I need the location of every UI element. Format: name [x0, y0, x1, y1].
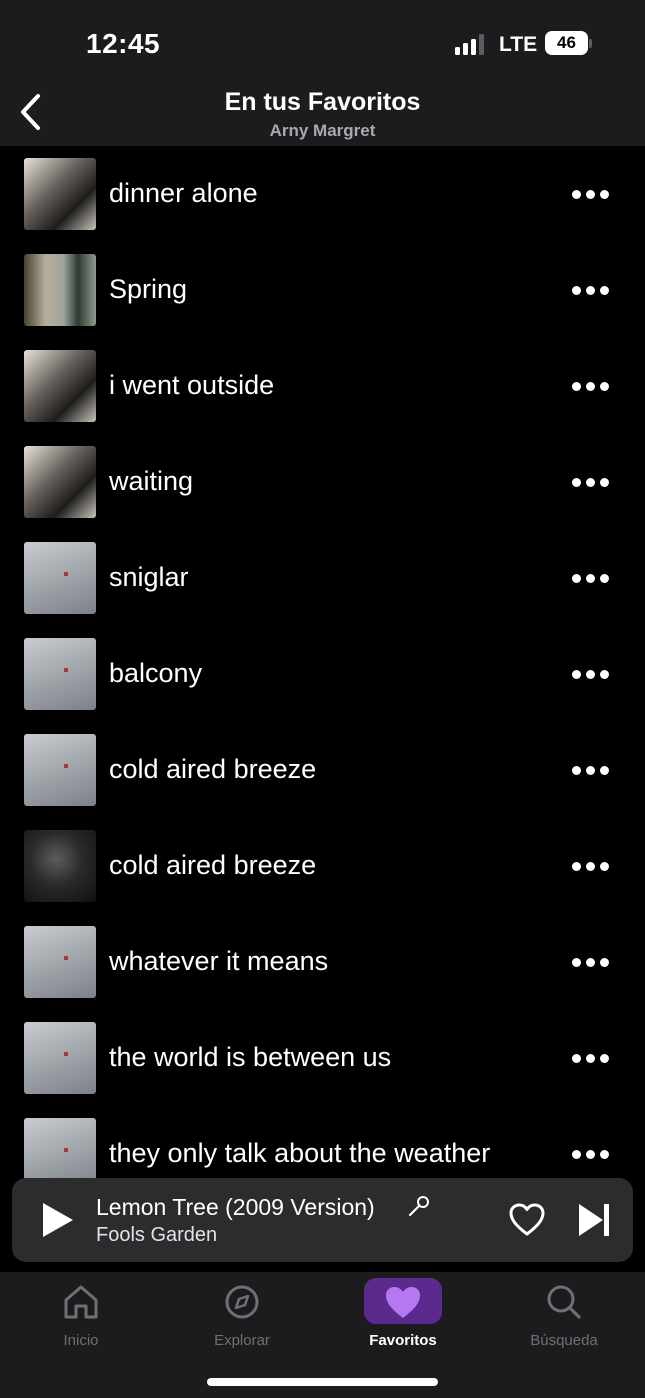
skip-forward-icon: [579, 1204, 609, 1236]
track-title: cold aired breeze: [109, 754, 317, 784]
now-playing-artist: Fools Garden: [96, 1224, 218, 1246]
track-row[interactable]: i went outside: [0, 338, 645, 434]
track-row[interactable]: they only talk about the weather: [0, 1106, 645, 1178]
tab-label: Explorar: [214, 1332, 270, 1349]
heart-icon: [386, 1287, 420, 1318]
more-options-button[interactable]: [570, 862, 610, 872]
track-title: they only talk about the weather: [109, 1138, 491, 1168]
more-options-button[interactable]: [570, 478, 610, 488]
album-art: [24, 158, 96, 230]
page-title: En tus Favoritos: [224, 88, 421, 116]
search-icon: [547, 1285, 581, 1319]
album-art: [24, 1118, 96, 1178]
album-art: [24, 926, 96, 998]
track-row[interactable]: waiting: [0, 434, 645, 530]
favorite-button[interactable]: [509, 1203, 545, 1237]
play-icon: [43, 1203, 73, 1237]
ellipsis-icon: [572, 286, 581, 295]
more-options-button[interactable]: [570, 1150, 610, 1160]
tab-label: Inicio: [63, 1332, 99, 1349]
ellipsis-icon: [572, 190, 581, 199]
track-title: Spring: [109, 274, 188, 304]
ellipsis-icon: [572, 382, 581, 391]
album-art: [24, 254, 96, 326]
track-row[interactable]: Spring: [0, 242, 645, 338]
track-title: cold aired breeze: [109, 850, 317, 880]
cellular-signal-icon: [455, 33, 487, 55]
album-art: [24, 542, 96, 614]
page-subtitle: Arny Margret: [269, 121, 376, 140]
ellipsis-icon: [572, 1150, 581, 1159]
ellipsis-icon: [572, 478, 581, 487]
more-options-button[interactable]: [570, 190, 610, 200]
track-title: dinner alone: [109, 178, 258, 208]
more-options-button[interactable]: [570, 286, 610, 296]
track-row[interactable]: cold aired breeze: [0, 722, 645, 818]
more-options-button[interactable]: [570, 766, 610, 776]
tab-favoritos[interactable]: Favoritos: [323, 1278, 483, 1349]
ellipsis-icon: [572, 670, 581, 679]
ellipsis-icon: [572, 574, 581, 583]
track-title: i went outside: [109, 370, 275, 400]
track-row[interactable]: the world is between us: [0, 1010, 645, 1106]
album-art: [24, 734, 96, 806]
track-row[interactable]: whatever it means: [0, 914, 645, 1010]
clock: 12:45: [86, 28, 161, 59]
compass-icon: [225, 1285, 259, 1319]
track-title: balcony: [109, 658, 203, 688]
track-list[interactable]: dinner alone Spring i went outside waiting s…: [0, 146, 645, 1178]
battery-tip: [589, 39, 592, 48]
nav-header: En tus Favoritos Arny Margret: [0, 80, 645, 146]
now-playing-title: Lemon Tree (2009 Version): [96, 1194, 375, 1220]
next-track-button[interactable]: [577, 1202, 611, 1238]
track-title: the world is between us: [109, 1042, 392, 1072]
play-button[interactable]: [40, 1200, 76, 1240]
ellipsis-icon: [572, 862, 581, 871]
home-icon: [64, 1285, 98, 1319]
more-options-button[interactable]: [570, 382, 610, 392]
album-art: [24, 638, 96, 710]
tab-label: Favoritos: [369, 1332, 437, 1349]
more-options-button[interactable]: [570, 958, 610, 968]
microphone-icon: [407, 1194, 431, 1218]
ellipsis-icon: [572, 958, 581, 967]
track-title: waiting: [109, 466, 194, 496]
tab-label: Búsqueda: [530, 1332, 598, 1349]
mini-player[interactable]: Lemon Tree (2009 Version) Fools Garden: [12, 1178, 633, 1262]
album-art: [24, 1022, 96, 1094]
tab-busqueda[interactable]: Búsqueda: [484, 1278, 644, 1349]
more-options-button[interactable]: [570, 670, 610, 680]
home-indicator[interactable]: [207, 1378, 438, 1386]
tab-inicio[interactable]: Inicio: [1, 1278, 161, 1349]
track-title: whatever it means: [109, 946, 329, 976]
battery-icon: 46: [545, 31, 588, 55]
album-art: [24, 446, 96, 518]
ellipsis-icon: [572, 1054, 581, 1063]
status-bar: 12:45 LTE 46: [0, 0, 645, 80]
track-row[interactable]: sniglar: [0, 530, 645, 626]
more-options-button[interactable]: [570, 574, 610, 584]
track-row[interactable]: balcony: [0, 626, 645, 722]
track-row[interactable]: cold aired breeze: [0, 818, 645, 914]
more-options-button[interactable]: [570, 1054, 610, 1064]
track-title: sniglar: [109, 562, 189, 592]
network-type: LTE: [499, 33, 538, 56]
heart-outline-icon: [509, 1203, 545, 1236]
album-art: [24, 350, 96, 422]
tab-explorar[interactable]: Explorar: [162, 1278, 322, 1349]
album-art: [24, 830, 96, 902]
track-row[interactable]: dinner alone: [0, 146, 645, 242]
ellipsis-icon: [572, 766, 581, 775]
